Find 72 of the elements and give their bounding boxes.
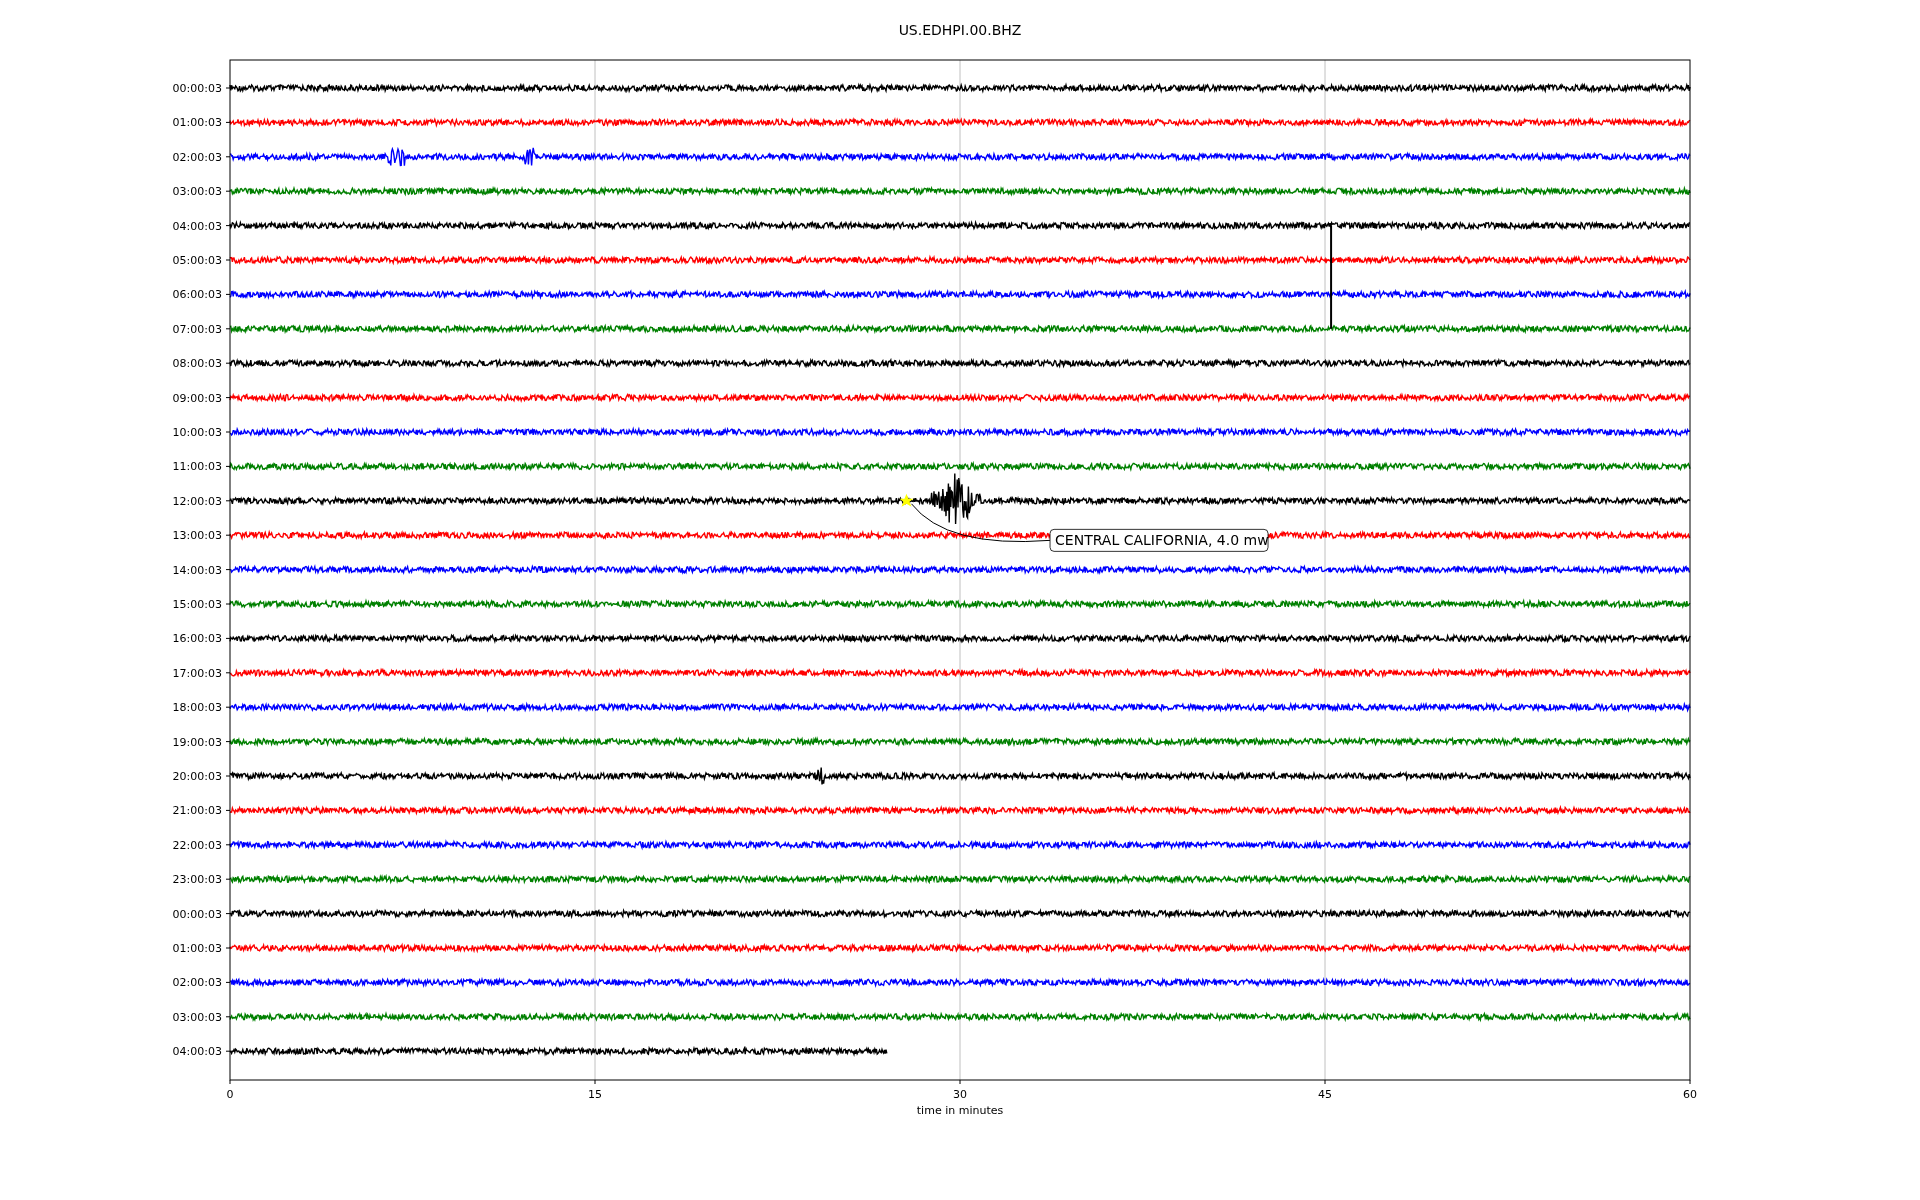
time-label: 18:00:03 [172, 701, 222, 715]
time-label: 10:00:03 [172, 426, 222, 439]
time-label: 04:00:03 [172, 1045, 222, 1059]
time-label: 05:00:03 [172, 254, 222, 267]
tick-mark [225, 981, 231, 983]
tick-label: 45 [1318, 1088, 1332, 1101]
tick-mark [225, 293, 231, 295]
time-label: 06:00:03 [172, 288, 222, 302]
tick-mark [225, 741, 231, 743]
tick-mark [229, 1079, 231, 1085]
time-label: 11:00:03 [172, 460, 222, 474]
time-label: 16:00:03 [172, 632, 222, 646]
time-label: 13:00:03 [172, 529, 222, 543]
tick-mark [225, 878, 231, 880]
tick-mark [225, 1016, 231, 1018]
tick-mark [225, 603, 231, 605]
tick-mark [225, 190, 231, 192]
tick-mark [225, 121, 231, 123]
tick-mark [1324, 1079, 1326, 1085]
axis-label: time in minutes [916, 1104, 1004, 1117]
tick-mark [225, 87, 231, 89]
tick-mark [225, 844, 231, 846]
tick-mark [225, 913, 231, 915]
tick-mark [225, 947, 231, 949]
time-label: 09:00:03 [172, 391, 222, 405]
tick-mark [225, 775, 231, 777]
time-label: 02:00:03 [172, 976, 222, 990]
tick-mark [225, 328, 231, 330]
time-label: 12:00:03 [172, 494, 222, 508]
time-label: 02:00:03 [172, 150, 222, 164]
tick-label: 0 [226, 1088, 234, 1101]
tick-label: 30 [953, 1088, 967, 1101]
tick-mark [225, 465, 231, 467]
time-label: 00:00:03 [172, 907, 222, 921]
tick-mark [225, 534, 231, 536]
time-label: 03:00:03 [172, 1010, 222, 1024]
tick-mark [225, 500, 231, 502]
time-label: 17:00:03 [172, 666, 222, 680]
time-label: 20:00:03 [172, 770, 222, 783]
tick-mark [225, 225, 231, 227]
time-label: 00:00:03 [172, 82, 222, 95]
tick-mark [225, 809, 231, 811]
tick-mark [594, 1079, 596, 1085]
tick-mark [225, 637, 231, 639]
tick-label: 60 [1683, 1088, 1697, 1101]
time-label: 01:00:03 [172, 116, 222, 130]
time-label: 19:00:03 [172, 735, 222, 749]
tick-label: 15 [588, 1088, 602, 1101]
star-icon [899, 493, 914, 507]
time-label: 23:00:03 [172, 873, 222, 887]
tick-mark [225, 259, 231, 261]
plot-title: US.EDHPI.00.BHZ [898, 22, 1022, 38]
time-label: 14:00:03 [172, 563, 222, 577]
tick-mark [225, 397, 231, 399]
time-label: 01:00:03 [172, 942, 222, 955]
tick-mark [959, 1079, 961, 1085]
tick-mark [225, 431, 231, 433]
tick-mark [225, 706, 231, 708]
time-label: 08:00:03 [172, 357, 222, 371]
tick-mark [1689, 1079, 1691, 1085]
tick-mark [225, 1050, 231, 1052]
time-label: 04:00:03 [172, 219, 222, 233]
time-label: 22:00:03 [172, 838, 222, 852]
time-label: 03:00:03 [172, 185, 222, 199]
time-label: 15:00:03 [172, 598, 222, 611]
tick-mark [225, 672, 231, 674]
tick-mark [225, 362, 231, 364]
annotation-label: CENTRAL CALIFORNIA, 4.0 mw [1049, 528, 1269, 552]
time-label: 07:00:03 [172, 322, 222, 336]
tick-mark [225, 569, 231, 571]
time-label: 21:00:03 [172, 804, 222, 818]
tick-mark [225, 156, 231, 158]
